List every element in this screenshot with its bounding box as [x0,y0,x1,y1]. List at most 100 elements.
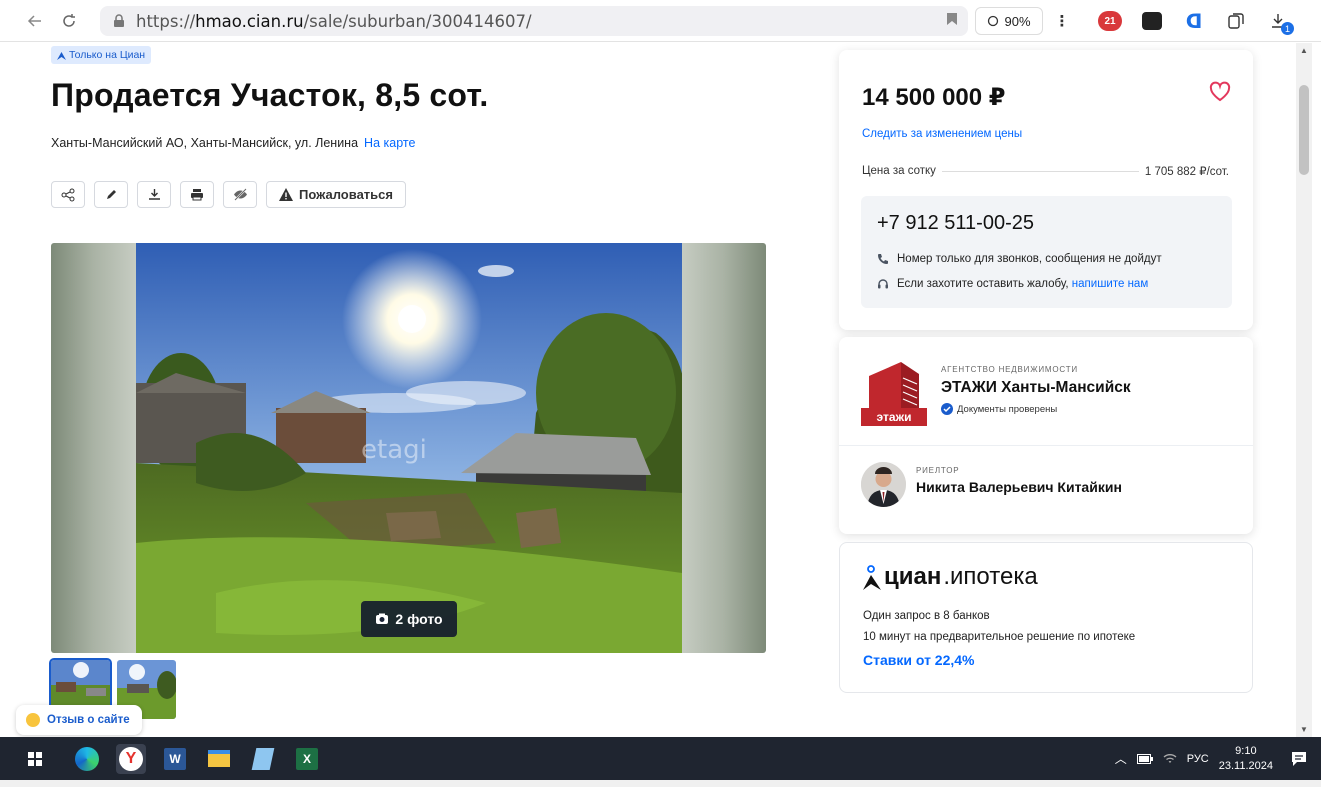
download-button[interactable] [137,181,171,208]
download-icon [148,189,160,200]
reader-icon[interactable] [1138,7,1166,35]
map-link[interactable]: На карте [364,136,415,150]
bookmark-icon[interactable] [946,12,958,26]
notepad-icon[interactable] [248,744,278,774]
report-label: Пожаловаться [299,187,393,202]
price-per-area-label: Цена за сотку [862,165,936,177]
write-us-link[interactable]: напишите нам [1072,278,1148,290]
share-button[interactable] [51,181,85,208]
divider [839,445,1253,446]
photo-count-button[interactable]: 2 фото [361,601,457,637]
yandex-browser-icon[interactable]: Y [116,743,146,774]
listing-page: Только на Циан Продается Участок, 8,5 со… [0,43,1296,737]
address: Ханты-Мансийский АО, Ханты-Мансийск, ул.… [51,136,415,150]
exclusive-tag-label: Только на Циан [69,49,146,61]
downloads-icon[interactable]: 1 [1264,7,1294,35]
price-per-area-value: 1 705 882 ₽/сот. [1144,166,1229,178]
lock-icon [114,14,124,27]
mortgage-rate-link[interactable]: Ставки от 22,4% [863,652,975,668]
reload-icon[interactable] [52,4,86,38]
share-icon [61,188,75,201]
browser-toolbar: https://hmao.cian.ru/sale/suburban/30041… [0,0,1321,42]
edit-button[interactable] [94,181,128,208]
agent-avatar [861,462,906,507]
report-button[interactable]: Пожаловаться [266,181,406,208]
agent-type: РИЕЛТОР [916,466,960,475]
plot-photo: etagi [136,243,682,653]
zoom-value: 90% [1004,13,1031,29]
browser-extensions: ⋮ 21 ᗡ 1 [1048,7,1294,35]
zoom-icon [988,15,999,26]
acrobat-icon[interactable]: ᗡ [1180,7,1208,35]
windows-taskbar: Y W X ︿ РУС 9:10 23.11.2024 [0,737,1321,780]
cian-mortgage-logo: циан .ипотека [862,563,1038,591]
verified-text: Документы проверены [957,403,1058,415]
language-indicator[interactable]: РУС [1187,753,1209,765]
agent-name[interactable]: Никита Валерьевич Китайкин [916,479,1122,495]
agency-name[interactable]: ЭТАЖИ Ханты-Мансийск [941,379,1131,397]
divider-line [941,170,1139,172]
wifi-icon[interactable] [1163,753,1177,765]
favorite-heart-icon[interactable] [1209,81,1231,103]
scroll-thumb[interactable] [1299,85,1309,175]
address-bar[interactable]: https://hmao.cian.ru/sale/suburban/30041… [100,6,968,36]
smile-icon [26,713,40,727]
feedback-label: Отзыв о сайте [47,714,130,726]
mortgage-line1: Один запрос в 8 банков [863,610,990,622]
bottom-strip [0,780,1321,787]
mortgage-brand-bold: циан [884,563,942,590]
track-price-link[interactable]: Следить за изменением цены [862,128,1022,140]
feedback-button[interactable]: Отзыв о сайте [16,705,142,735]
pencil-icon [106,190,116,199]
file-explorer-icon[interactable] [204,744,234,774]
hide-button[interactable] [223,181,257,208]
phone-number[interactable]: +7 912 511-00-25 [877,212,1034,235]
scroll-up-icon[interactable]: ▲ [1300,46,1308,55]
price: 14 500 000 ₽ [862,84,1006,111]
scroll-down-icon[interactable]: ▼ [1300,725,1308,734]
zoom-indicator[interactable]: 90% [975,7,1043,35]
clock-time: 9:10 [1235,744,1257,757]
collections-icon[interactable] [1222,7,1250,35]
system-tray: ︿ РУС 9:10 23.11.2024 [1115,737,1321,780]
headset-icon [878,279,888,289]
agency-card[interactable]: этажи АГЕНТСТВО НЕДВИЖИМОСТИ ЭТАЖИ Ханты… [839,337,1253,534]
back-icon[interactable] [18,4,52,38]
mortgage-card[interactable]: циан .ипотека Один запрос в 8 банков 10 м… [839,542,1253,693]
watermark-text: etagi [361,435,427,465]
complaint-text: Если захотите оставить жалобу, [897,278,1069,290]
address-text: Ханты-Мансийский АО, Ханты-Мансийск, ул.… [51,136,359,150]
menu-dots-icon[interactable]: ⋮ [1048,7,1076,35]
extension-icon[interactable]: 21 [1096,7,1124,35]
agency-type: АГЕНТСТВО НЕДВИЖИМОСТИ [941,365,1078,374]
start-windows-icon[interactable] [20,744,50,774]
main-photo[interactable]: etagi [136,243,682,653]
photo-gallery[interactable]: etagi 2 фото [51,243,766,653]
cian-arrow-icon [57,51,66,60]
battery-icon[interactable] [1136,753,1153,764]
price-card: 14 500 000 ₽ Следить за изменением цены … [839,50,1253,330]
downloads-badge: 1 [1281,22,1294,35]
page-title: Продается Участок, 8,5 сот. [51,77,489,113]
url-prefix: https:// [136,11,196,31]
extension-badge: 21 [1098,11,1122,31]
logo-text: этажи [877,410,912,424]
page-scrollbar[interactable]: ▲ ▼ [1296,43,1312,737]
edge-icon[interactable] [72,744,102,774]
etagi-logo: этажи [861,358,927,426]
complaint-note: Если захотите оставить жалобу, напишите … [877,278,1148,290]
verified-check-icon [941,403,953,415]
excel-icon[interactable]: X [292,744,322,774]
calls-only-note: Номер только для звонков, сообщения не д… [877,253,1162,265]
printer-icon [191,189,203,201]
chevron-up-icon[interactable]: ︿ [1115,750,1127,767]
notifications-icon[interactable] [1291,751,1307,767]
mortgage-brand-rest: .ипотека [943,563,1038,590]
warning-icon [279,188,293,201]
clock[interactable]: 9:10 23.11.2024 [1219,744,1273,774]
phone-box: +7 912 511-00-25 Номер только для звонко… [861,196,1232,308]
url-host: hmao.cian.ru [195,11,304,31]
print-button[interactable] [180,181,214,208]
listing-toolbar: Пожаловаться [51,181,406,208]
word-icon[interactable]: W [160,744,190,774]
